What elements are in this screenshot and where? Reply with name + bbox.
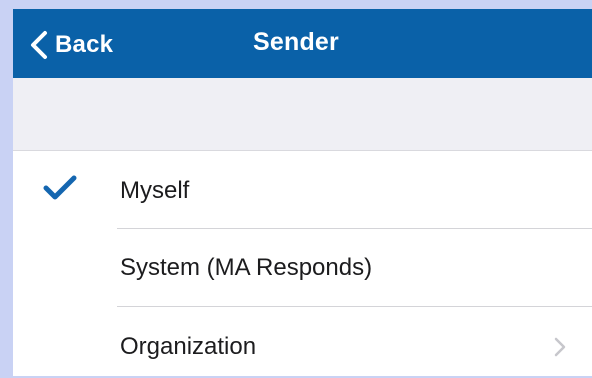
option-row-organization[interactable]: Organization <box>13 307 592 376</box>
navigation-bar: Back Sender <box>13 9 592 78</box>
option-label: Myself <box>120 177 190 204</box>
page-title: Sender <box>253 28 339 56</box>
checkmark-icon <box>43 175 77 201</box>
back-button-label: Back <box>55 31 114 58</box>
option-label: Organization <box>120 333 257 360</box>
chevron-left-icon <box>29 30 49 60</box>
option-label: System (MA Responds) <box>120 254 373 281</box>
option-row-myself[interactable]: Myself <box>13 151 592 229</box>
sender-options-list: Myself System (MA Responds) Organization <box>13 151 592 376</box>
chevron-right-icon <box>554 337 566 357</box>
app-screen: Back Sender Myself System (MA Responds) … <box>13 9 592 376</box>
section-header <box>13 78 592 151</box>
option-row-system[interactable]: System (MA Responds) <box>13 229 592 307</box>
back-button[interactable]: Back <box>29 25 113 65</box>
